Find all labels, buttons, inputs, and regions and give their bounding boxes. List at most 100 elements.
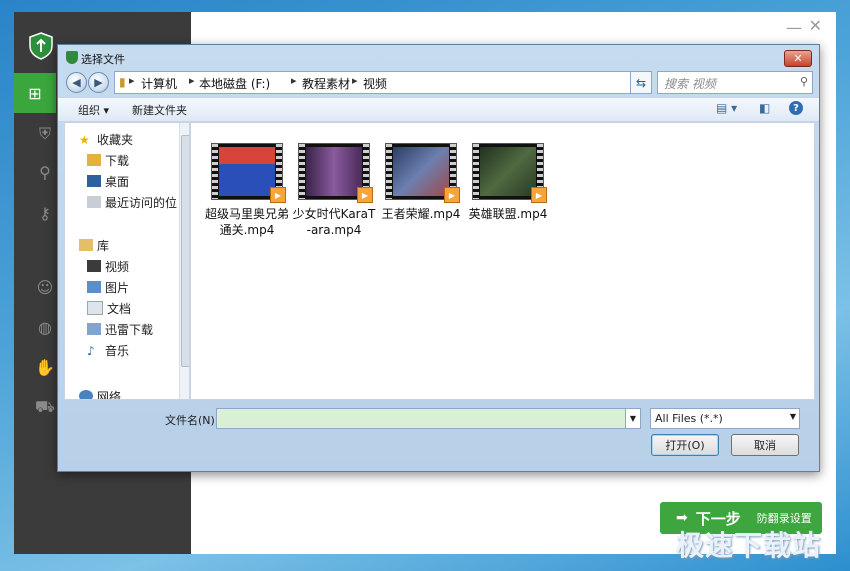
file-item[interactable]: ▶ 王者荣耀.mp4 xyxy=(379,143,463,222)
file-name: 少女时代KaraT-ara.mp4 xyxy=(292,207,376,237)
nav-label: 最近访问的位 xyxy=(105,195,178,210)
refresh-icon: ⇆ xyxy=(635,75,647,90)
file-type-value: All Files (*.*) xyxy=(655,412,723,425)
dialog-titlebar[interactable]: 选择文件 ✕ xyxy=(58,45,819,69)
thumbs-up-icon[interactable]: ✋ xyxy=(34,356,56,378)
help-icon[interactable]: ? xyxy=(789,101,803,115)
address-bar: ◀ ▶ ▮ ▸ 计算机 ▸ 本地磁盘 (F:) ▸ 教程素材 ▸ 视频 ▼ ⇆ … xyxy=(64,70,813,96)
nav-downloads[interactable]: 下载 xyxy=(87,150,129,170)
nav-videos[interactable]: 视频 xyxy=(87,256,129,276)
video-file-icon: ▶ xyxy=(270,187,286,203)
chevron-right-icon: ▸ xyxy=(189,74,195,87)
breadcrumb-tutorial[interactable]: 教程素材 xyxy=(302,75,350,92)
nav-documents[interactable]: 文档 xyxy=(87,298,131,318)
nav-favorites[interactable]: ★ 收藏夹 xyxy=(79,129,133,149)
nav-pictures[interactable]: 图片 xyxy=(87,277,129,297)
view-options-icon[interactable]: ▤ ▾ xyxy=(716,101,737,115)
file-name: 超级马里奥兄弟通关.mp4 xyxy=(205,207,290,237)
file-name: 王者荣耀.mp4 xyxy=(381,207,461,221)
shield-logo-icon xyxy=(29,32,53,60)
breadcrumb-local-disk[interactable]: 本地磁盘 (F:) xyxy=(199,75,270,92)
minimize-button[interactable]: — xyxy=(786,18,802,37)
video-file-icon: ▶ xyxy=(444,187,460,203)
nav-thunder[interactable]: 迅雷下载 xyxy=(87,319,153,339)
nav-desktop[interactable]: 桌面 xyxy=(87,171,129,191)
filename-label: 文件名(N): xyxy=(165,414,219,427)
downloads-folder-icon xyxy=(87,154,101,166)
nav-label: 网络 xyxy=(97,389,122,400)
nav-libraries[interactable]: 库 xyxy=(79,235,109,255)
star-icon: ★ xyxy=(79,133,90,147)
open-file-dialog: 选择文件 ✕ ◀ ▶ ▮ ▸ 计算机 ▸ 本地磁盘 (F:) ▸ 教程素材 ▸ … xyxy=(57,44,820,472)
video-thumbnail: ▶ xyxy=(211,143,286,203)
nav-label: 文档 xyxy=(107,301,132,316)
dialog-close-button[interactable]: ✕ xyxy=(784,50,812,67)
nav-network[interactable]: 网络 xyxy=(79,386,122,400)
refresh-button[interactable]: ⇆ xyxy=(630,71,652,94)
documents-icon xyxy=(87,301,103,315)
new-folder-button[interactable]: 新建文件夹 xyxy=(132,102,187,118)
forward-button[interactable]: ▶ xyxy=(88,72,109,93)
folder-icon: ▮ xyxy=(119,75,126,89)
back-button[interactable]: ◀ xyxy=(66,72,87,93)
dialog-toolbar: 组织 ▾ 新建文件夹 ▤ ▾ ◧ ? xyxy=(58,97,819,122)
close-button[interactable]: ✕ xyxy=(809,16,822,35)
chevron-right-icon: ▸ xyxy=(352,74,358,87)
globe-icon[interactable]: ◍ xyxy=(34,316,56,338)
search-icon[interactable]: ⚲ xyxy=(34,161,56,183)
thunder-download-icon xyxy=(87,323,101,335)
desktop-icon xyxy=(87,175,101,187)
chevron-down-icon: ▼ xyxy=(789,412,796,421)
nav-label: 视频 xyxy=(105,259,130,274)
nav-recent[interactable]: 最近访问的位 xyxy=(87,192,177,212)
open-button[interactable]: 打开(O) xyxy=(651,434,719,456)
nav-label: 库 xyxy=(97,238,110,253)
music-icon: ♪ xyxy=(87,344,95,358)
dialog-title: 选择文件 xyxy=(81,53,125,66)
forward-arrow-icon: ▶ xyxy=(94,76,103,89)
preview-pane-icon[interactable]: ◧ xyxy=(759,101,770,115)
search-placeholder: 搜索 视频 xyxy=(664,77,716,91)
nav-label: 收藏夹 xyxy=(97,132,134,147)
organize-menu[interactable]: 组织 ▾ xyxy=(78,102,109,118)
user-icon[interactable]: ☺ xyxy=(34,276,56,298)
chevron-right-icon: ▸ xyxy=(129,74,135,87)
key-icon[interactable]: ⚷ xyxy=(34,202,56,224)
app-shield-icon xyxy=(66,51,78,64)
nav-label: 图片 xyxy=(105,280,130,295)
nav-item-add-file[interactable]: ⊞ xyxy=(14,73,56,113)
filename-input[interactable] xyxy=(216,408,640,429)
videos-icon xyxy=(87,260,101,272)
nav-label: 迅雷下载 xyxy=(105,322,154,337)
recent-places-icon xyxy=(87,196,101,208)
site-watermark: 极速下载站 xyxy=(676,529,822,562)
breadcrumb-computer[interactable]: 计算机 xyxy=(141,75,177,92)
search-box[interactable]: 搜索 视频 ⚲ xyxy=(657,71,813,94)
file-type-select[interactable]: All Files (*.*) ▼ xyxy=(650,408,800,429)
chevron-right-icon: ▸ xyxy=(291,74,297,87)
video-file-icon: ▶ xyxy=(531,187,547,203)
add-file-icon: ⊞ xyxy=(28,83,42,103)
file-item[interactable]: ▶ 英雄联盟.mp4 xyxy=(466,143,550,222)
file-item[interactable]: ▶ 少女时代KaraT-ara.mp4 xyxy=(292,143,376,238)
cart-icon[interactable]: ⛟ xyxy=(34,396,56,418)
chevron-down-icon[interactable]: ▼ xyxy=(625,408,641,429)
nav-scrollbar[interactable] xyxy=(179,123,189,399)
shield-icon[interactable]: ⛨ xyxy=(34,123,56,145)
nav-label: 桌面 xyxy=(105,174,130,189)
video-file-icon: ▶ xyxy=(357,187,373,203)
nav-music[interactable]: ♪ 音乐 xyxy=(87,340,129,360)
file-name: 英雄联盟.mp4 xyxy=(468,207,548,221)
pictures-icon xyxy=(87,281,101,293)
video-thumbnail: ▶ xyxy=(385,143,460,203)
video-thumbnail: ▶ xyxy=(298,143,373,203)
scrollbar-thumb[interactable] xyxy=(181,135,189,367)
breadcrumb[interactable]: ▮ ▸ 计算机 ▸ 本地磁盘 (F:) ▸ 教程素材 ▸ 视频 ▼ xyxy=(114,71,650,94)
library-icon xyxy=(79,239,93,251)
file-item[interactable]: ▶ 超级马里奥兄弟通关.mp4 xyxy=(205,143,289,238)
cancel-button[interactable]: 取消 xyxy=(731,434,799,456)
back-arrow-icon: ◀ xyxy=(72,76,81,89)
file-list: ▶ 超级马里奥兄弟通关.mp4 ▶ 少女时代KaraT-ara.mp4 ▶ 王者… xyxy=(190,122,815,400)
navigation-pane: ★ 收藏夹 下载 桌面 最近访问的位 库 视频 图片 文档 迅雷下载 ♪ 音乐 … xyxy=(64,122,190,400)
breadcrumb-videos[interactable]: 视频 xyxy=(363,75,387,92)
